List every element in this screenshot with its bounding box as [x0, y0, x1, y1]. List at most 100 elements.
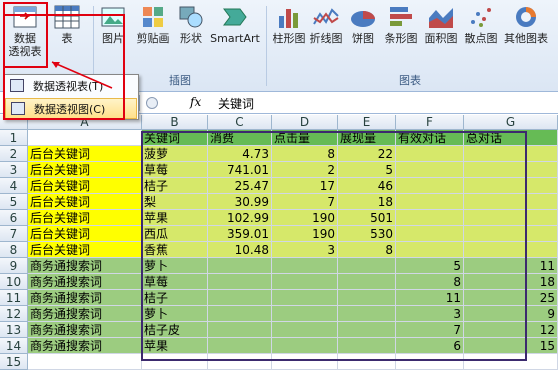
cell[interactable]	[208, 354, 272, 370]
cell[interactable]	[464, 178, 558, 194]
cell[interactable]	[396, 178, 464, 194]
cell[interactable]: 18	[338, 194, 396, 210]
cell[interactable]: 商务通搜索词	[28, 322, 142, 338]
cell[interactable]: 25	[464, 290, 558, 306]
cell[interactable]: 总对话	[464, 130, 558, 146]
row-header[interactable]: 6	[0, 210, 28, 226]
cell[interactable]: 190	[272, 210, 338, 226]
cell[interactable]: 30.99	[208, 194, 272, 210]
cell[interactable]: 展现量	[338, 130, 396, 146]
row-header[interactable]: 14	[0, 338, 28, 354]
other-charts-button[interactable]: 其他图表	[500, 2, 552, 62]
cell[interactable]	[338, 338, 396, 354]
cell[interactable]: 8	[396, 274, 464, 290]
column-header-e[interactable]: E	[338, 115, 396, 130]
cell[interactable]: 359.01	[208, 226, 272, 242]
smartart-button[interactable]: SmartArt	[210, 2, 260, 62]
cell[interactable]: 商务通搜索词	[28, 338, 142, 354]
cell[interactable]: 18	[464, 274, 558, 290]
cell[interactable]: 苹果	[142, 338, 208, 354]
cell[interactable]: 萝卜	[142, 306, 208, 322]
cell[interactable]: 商务通搜索词	[28, 274, 142, 290]
column-chart-button[interactable]: 柱形图	[272, 2, 306, 62]
cell[interactable]: 11	[464, 258, 558, 274]
cell[interactable]: 741.01	[208, 162, 272, 178]
cell[interactable]: 9	[464, 306, 558, 322]
cell[interactable]	[28, 130, 142, 146]
cell[interactable]: 后台关键词	[28, 210, 142, 226]
cell[interactable]	[464, 226, 558, 242]
row-header[interactable]: 7	[0, 226, 28, 242]
cell[interactable]	[396, 242, 464, 258]
cell[interactable]: 菠萝	[142, 146, 208, 162]
cell[interactable]: 4.73	[208, 146, 272, 162]
bar-chart-button[interactable]: 条形图	[382, 2, 420, 62]
cell[interactable]: 后台关键词	[28, 226, 142, 242]
cell[interactable]: 5	[338, 162, 396, 178]
row-header[interactable]: 2	[0, 146, 28, 162]
cell[interactable]	[208, 274, 272, 290]
cell[interactable]: 桔子	[142, 178, 208, 194]
cell[interactable]: 后台关键词	[28, 194, 142, 210]
cell[interactable]: 12	[464, 322, 558, 338]
cell[interactable]	[272, 306, 338, 322]
formula-input[interactable]: 关键词	[218, 95, 254, 112]
cell[interactable]	[464, 162, 558, 178]
column-header-c[interactable]: C	[208, 115, 272, 130]
cell[interactable]	[396, 226, 464, 242]
cell[interactable]: 8	[272, 146, 338, 162]
cell[interactable]	[272, 322, 338, 338]
cell[interactable]: 后台关键词	[28, 242, 142, 258]
cell[interactable]	[396, 354, 464, 370]
cell[interactable]	[338, 306, 396, 322]
cell[interactable]: 后台关键词	[28, 146, 142, 162]
cell[interactable]: 15	[464, 338, 558, 354]
cell[interactable]	[338, 258, 396, 274]
cell[interactable]	[208, 322, 272, 338]
cell[interactable]	[208, 290, 272, 306]
cell[interactable]: 7	[396, 322, 464, 338]
cell[interactable]: 点击量	[272, 130, 338, 146]
row-header[interactable]: 5	[0, 194, 28, 210]
cell[interactable]	[464, 146, 558, 162]
cell[interactable]: 后台关键词	[28, 162, 142, 178]
cell[interactable]: 46	[338, 178, 396, 194]
row-header[interactable]: 1	[0, 130, 28, 146]
cell[interactable]	[464, 194, 558, 210]
cell[interactable]: 香蕉	[142, 242, 208, 258]
cell[interactable]	[464, 242, 558, 258]
cell[interactable]: 桔子皮	[142, 322, 208, 338]
cell[interactable]: 商务通搜索词	[28, 290, 142, 306]
cell[interactable]	[272, 338, 338, 354]
cell[interactable]: 17	[272, 178, 338, 194]
cell[interactable]	[208, 338, 272, 354]
cell[interactable]	[464, 354, 558, 370]
row-header[interactable]: 12	[0, 306, 28, 322]
cell[interactable]: 501	[338, 210, 396, 226]
cell[interactable]: 25.47	[208, 178, 272, 194]
cell[interactable]	[208, 258, 272, 274]
cell[interactable]: 商务通搜索词	[28, 306, 142, 322]
cell[interactable]: 102.99	[208, 210, 272, 226]
cell[interactable]: 8	[338, 242, 396, 258]
cell[interactable]: 190	[272, 226, 338, 242]
cell[interactable]: 草莓	[142, 162, 208, 178]
cell[interactable]	[338, 354, 396, 370]
cell[interactable]	[396, 210, 464, 226]
pie-chart-button[interactable]: 饼图	[346, 2, 380, 62]
cell[interactable]: 11	[396, 290, 464, 306]
cell[interactable]	[142, 354, 208, 370]
row-header[interactable]: 3	[0, 162, 28, 178]
cell[interactable]: 商务通搜索词	[28, 258, 142, 274]
row-header[interactable]: 11	[0, 290, 28, 306]
cell[interactable]	[208, 306, 272, 322]
cell[interactable]: 7	[272, 194, 338, 210]
cell[interactable]: 5	[396, 258, 464, 274]
cell[interactable]	[272, 274, 338, 290]
cell[interactable]: 草莓	[142, 274, 208, 290]
column-header-g[interactable]: G	[464, 115, 558, 130]
cell[interactable]	[28, 354, 142, 370]
cell[interactable]	[272, 290, 338, 306]
cell[interactable]	[464, 210, 558, 226]
row-header[interactable]: 10	[0, 274, 28, 290]
